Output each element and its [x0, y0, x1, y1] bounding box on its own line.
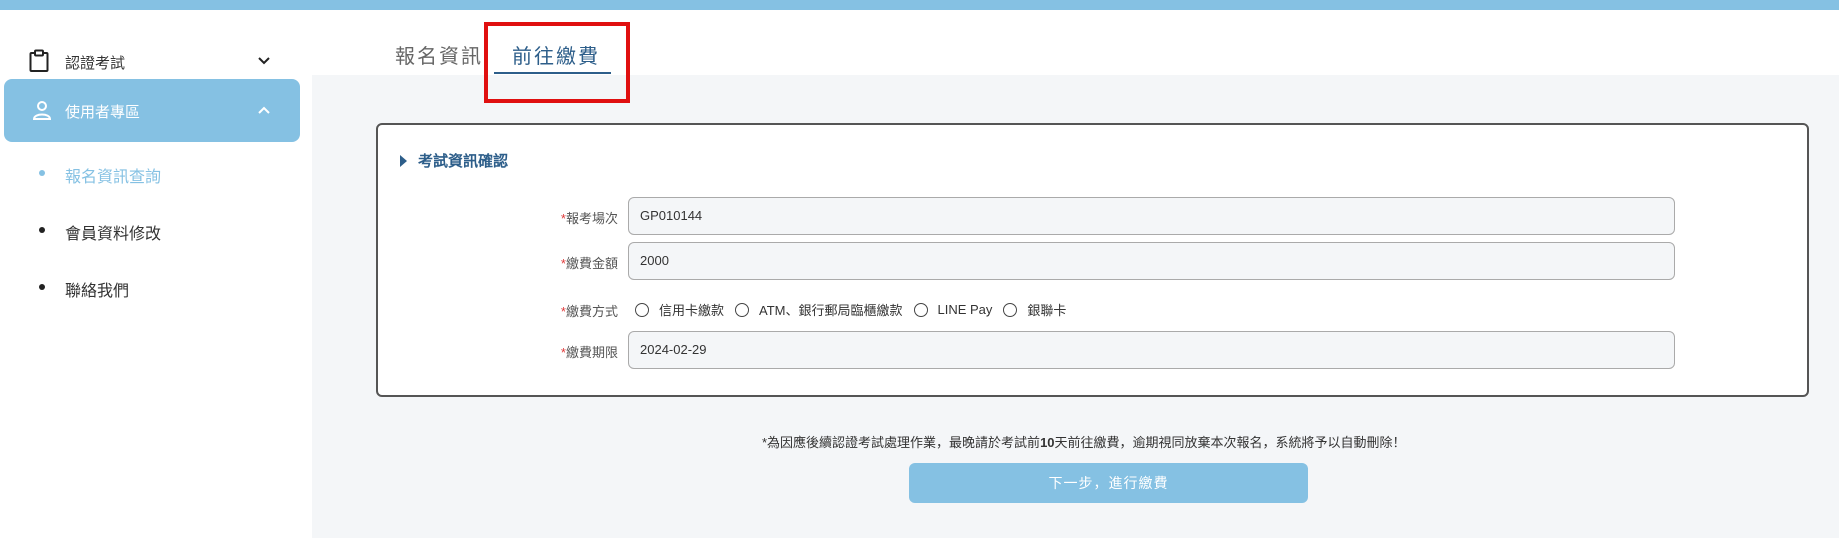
- deadline-label: *繳費期限: [560, 345, 618, 360]
- chevron-up-icon: [258, 106, 270, 114]
- section-title-text: 考試資訊確認: [418, 153, 509, 170]
- radio-line-pay[interactable]: LINE Pay: [913, 302, 992, 317]
- sidebar-item-label: 報名資訊查詢: [65, 169, 162, 186]
- payment-method-label: *繳費方式: [560, 304, 618, 319]
- user-icon: [32, 101, 52, 120]
- deadline-field[interactable]: 2024-02-29: [628, 331, 1675, 369]
- sidebar: 認證考試 使用者專區 報名資訊查詢 會員資料修改 聯絡我們: [0, 10, 311, 538]
- exam-info-card: 考試資訊確認 *報考場次 GP010144 *繳費金額 2000 *繳費方式 信…: [376, 123, 1809, 397]
- bullet-icon: [39, 170, 45, 176]
- sidebar-item-label: 認證考試: [65, 55, 126, 72]
- sidebar-item-contact-us[interactable]: 聯絡我們: [0, 266, 311, 306]
- sidebar-item-member-edit[interactable]: 會員資料修改: [0, 209, 311, 249]
- exam-session-label: *報考場次: [560, 211, 618, 226]
- sidebar-item-label: 使用者專區: [65, 104, 141, 121]
- payment-method-group: 信用卡繳款 ATM、銀行郵局臨櫃繳款 LINE Pay 銀聯卡: [635, 300, 1077, 319]
- radio-circle-icon[interactable]: [735, 302, 750, 317]
- radio-unionpay[interactable]: 銀聯卡: [1003, 300, 1066, 319]
- highlight-annotation-box: [484, 22, 630, 103]
- amount-field[interactable]: 2000: [628, 242, 1675, 280]
- radio-circle-icon[interactable]: [635, 302, 649, 317]
- tab-registration-info[interactable]: 報名資訊: [395, 40, 483, 69]
- sidebar-item-label: 會員資料修改: [65, 226, 162, 243]
- radio-credit-card[interactable]: 信用卡繳款: [635, 300, 724, 319]
- chevron-down-icon: [258, 57, 270, 65]
- exam-session-field[interactable]: GP010144: [628, 197, 1675, 235]
- caret-right-icon: [400, 154, 407, 167]
- sidebar-item-certification[interactable]: 認證考試: [0, 38, 311, 84]
- radio-circle-icon[interactable]: [1003, 302, 1018, 317]
- radio-atm-bank[interactable]: ATM、銀行郵局臨櫃繳款: [735, 300, 903, 319]
- top-accent-bar: [0, 0, 1839, 10]
- sidebar-item-label: 聯絡我們: [65, 283, 130, 300]
- payment-notice: *為因應後續認證考試處理作業，最晚請於考試前10天前往繳費，逾期視同放棄本次報名…: [762, 435, 1406, 450]
- next-step-payment-button[interactable]: 下一步，進行繳費: [909, 463, 1308, 503]
- sidebar-item-registration-query[interactable]: 報名資訊查詢: [0, 152, 311, 192]
- radio-circle-icon[interactable]: [913, 302, 928, 317]
- section-title[interactable]: 考試資訊確認: [400, 150, 508, 171]
- sidebar-item-user-zone[interactable]: 使用者專區: [4, 79, 300, 142]
- bullet-icon: [39, 227, 45, 233]
- amount-label: *繳費金額: [560, 256, 618, 271]
- clipboard-icon: [29, 49, 49, 72]
- bullet-icon: [39, 284, 45, 290]
